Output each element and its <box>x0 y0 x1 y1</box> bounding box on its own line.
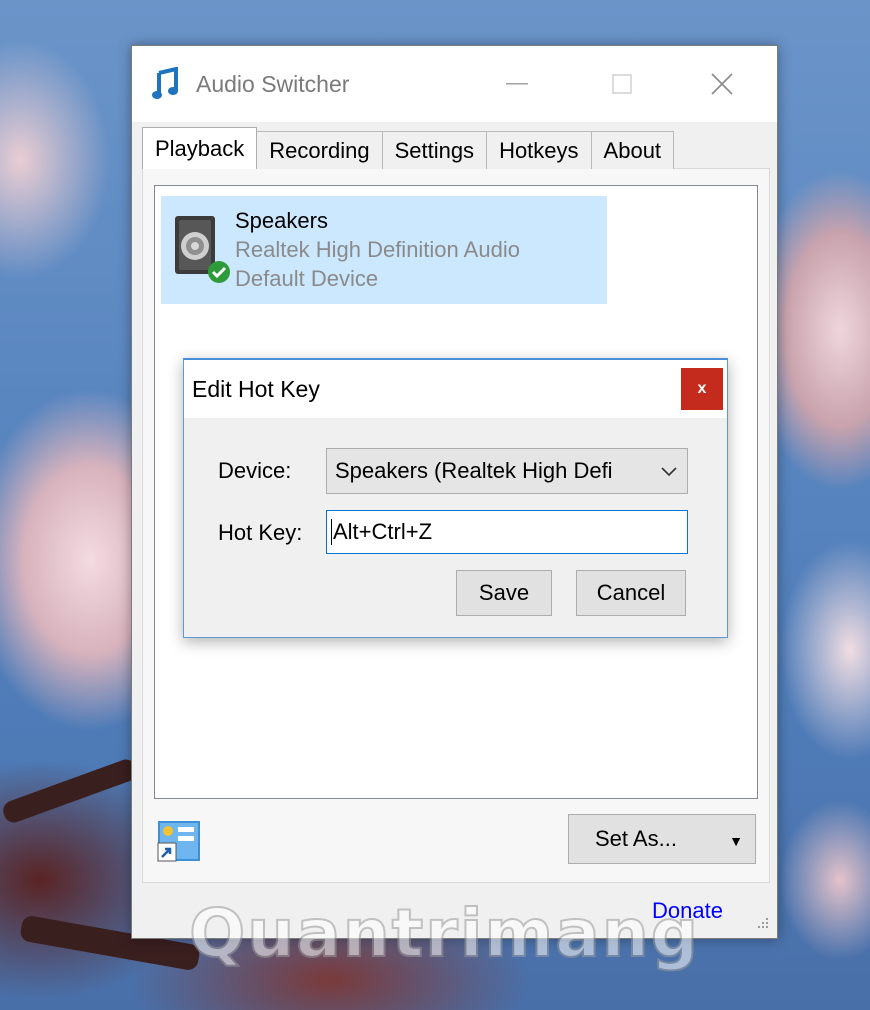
tab-about[interactable]: About <box>590 131 675 169</box>
edit-hotkey-dialog: Edit Hot Key x Device: Speakers (Realtek… <box>183 358 728 638</box>
set-as-label: Set As... <box>595 826 677 851</box>
maximize-button[interactable] <box>602 66 642 102</box>
dialog-title: Edit Hot Key <box>192 376 320 402</box>
tab-settings[interactable]: Settings <box>381 131 488 169</box>
title-bar[interactable]: Audio Switcher <box>132 46 777 122</box>
device-driver: Realtek High Definition Audio <box>235 237 520 262</box>
hotkey-value: Alt+Ctrl+Z <box>333 519 433 544</box>
background-branch <box>0 756 140 826</box>
watermark-logo-icon <box>180 932 182 934</box>
close-icon: x <box>697 380 707 397</box>
tab-strip: Playback Recording Settings Hotkeys Abou… <box>142 127 675 169</box>
watermark: Quantrimang <box>180 888 700 978</box>
speaker-icon <box>161 196 235 304</box>
cancel-button[interactable]: Cancel <box>576 570 686 616</box>
set-as-button[interactable]: Set As... ▼ <box>568 814 756 864</box>
save-button[interactable]: Save <box>456 570 552 616</box>
minimize-icon <box>506 83 528 85</box>
list-item-device[interactable]: Speakers Realtek High Definition Audio D… <box>161 196 607 304</box>
dialog-close-button[interactable]: x <box>681 368 723 410</box>
device-status: Default Device <box>235 266 379 291</box>
dialog-title-bar[interactable]: Edit Hot Key x <box>184 360 727 418</box>
minimize-button[interactable] <box>497 66 537 102</box>
chevron-down-icon <box>657 459 681 483</box>
checkmark-icon <box>208 261 230 283</box>
hotkey-label: Hot Key: <box>218 520 303 545</box>
close-button[interactable] <box>702 66 742 102</box>
watermark-text: Quantrimang <box>188 894 700 973</box>
tab-recording[interactable]: Recording <box>256 131 383 169</box>
window-title: Audio Switcher <box>196 70 350 97</box>
text-cursor <box>331 519 332 545</box>
tab-playback[interactable]: Playback <box>142 127 258 169</box>
device-name: Speakers <box>235 208 328 233</box>
device-label: Device: <box>218 458 292 483</box>
device-select-value: Speakers (Realtek High Defi <box>335 458 613 483</box>
device-select[interactable]: Speakers (Realtek High Defi <box>326 448 688 494</box>
hotkey-input[interactable]: Alt+Ctrl+Z <box>326 510 688 554</box>
music-note-icon <box>152 66 182 102</box>
shortcut-icon[interactable] <box>156 819 202 863</box>
resize-grip-icon[interactable] <box>754 914 770 930</box>
close-icon <box>711 73 733 95</box>
dropdown-arrow-icon: ▼ <box>729 833 743 849</box>
maximize-icon <box>612 74 632 94</box>
tab-hotkeys[interactable]: Hotkeys <box>486 131 592 169</box>
